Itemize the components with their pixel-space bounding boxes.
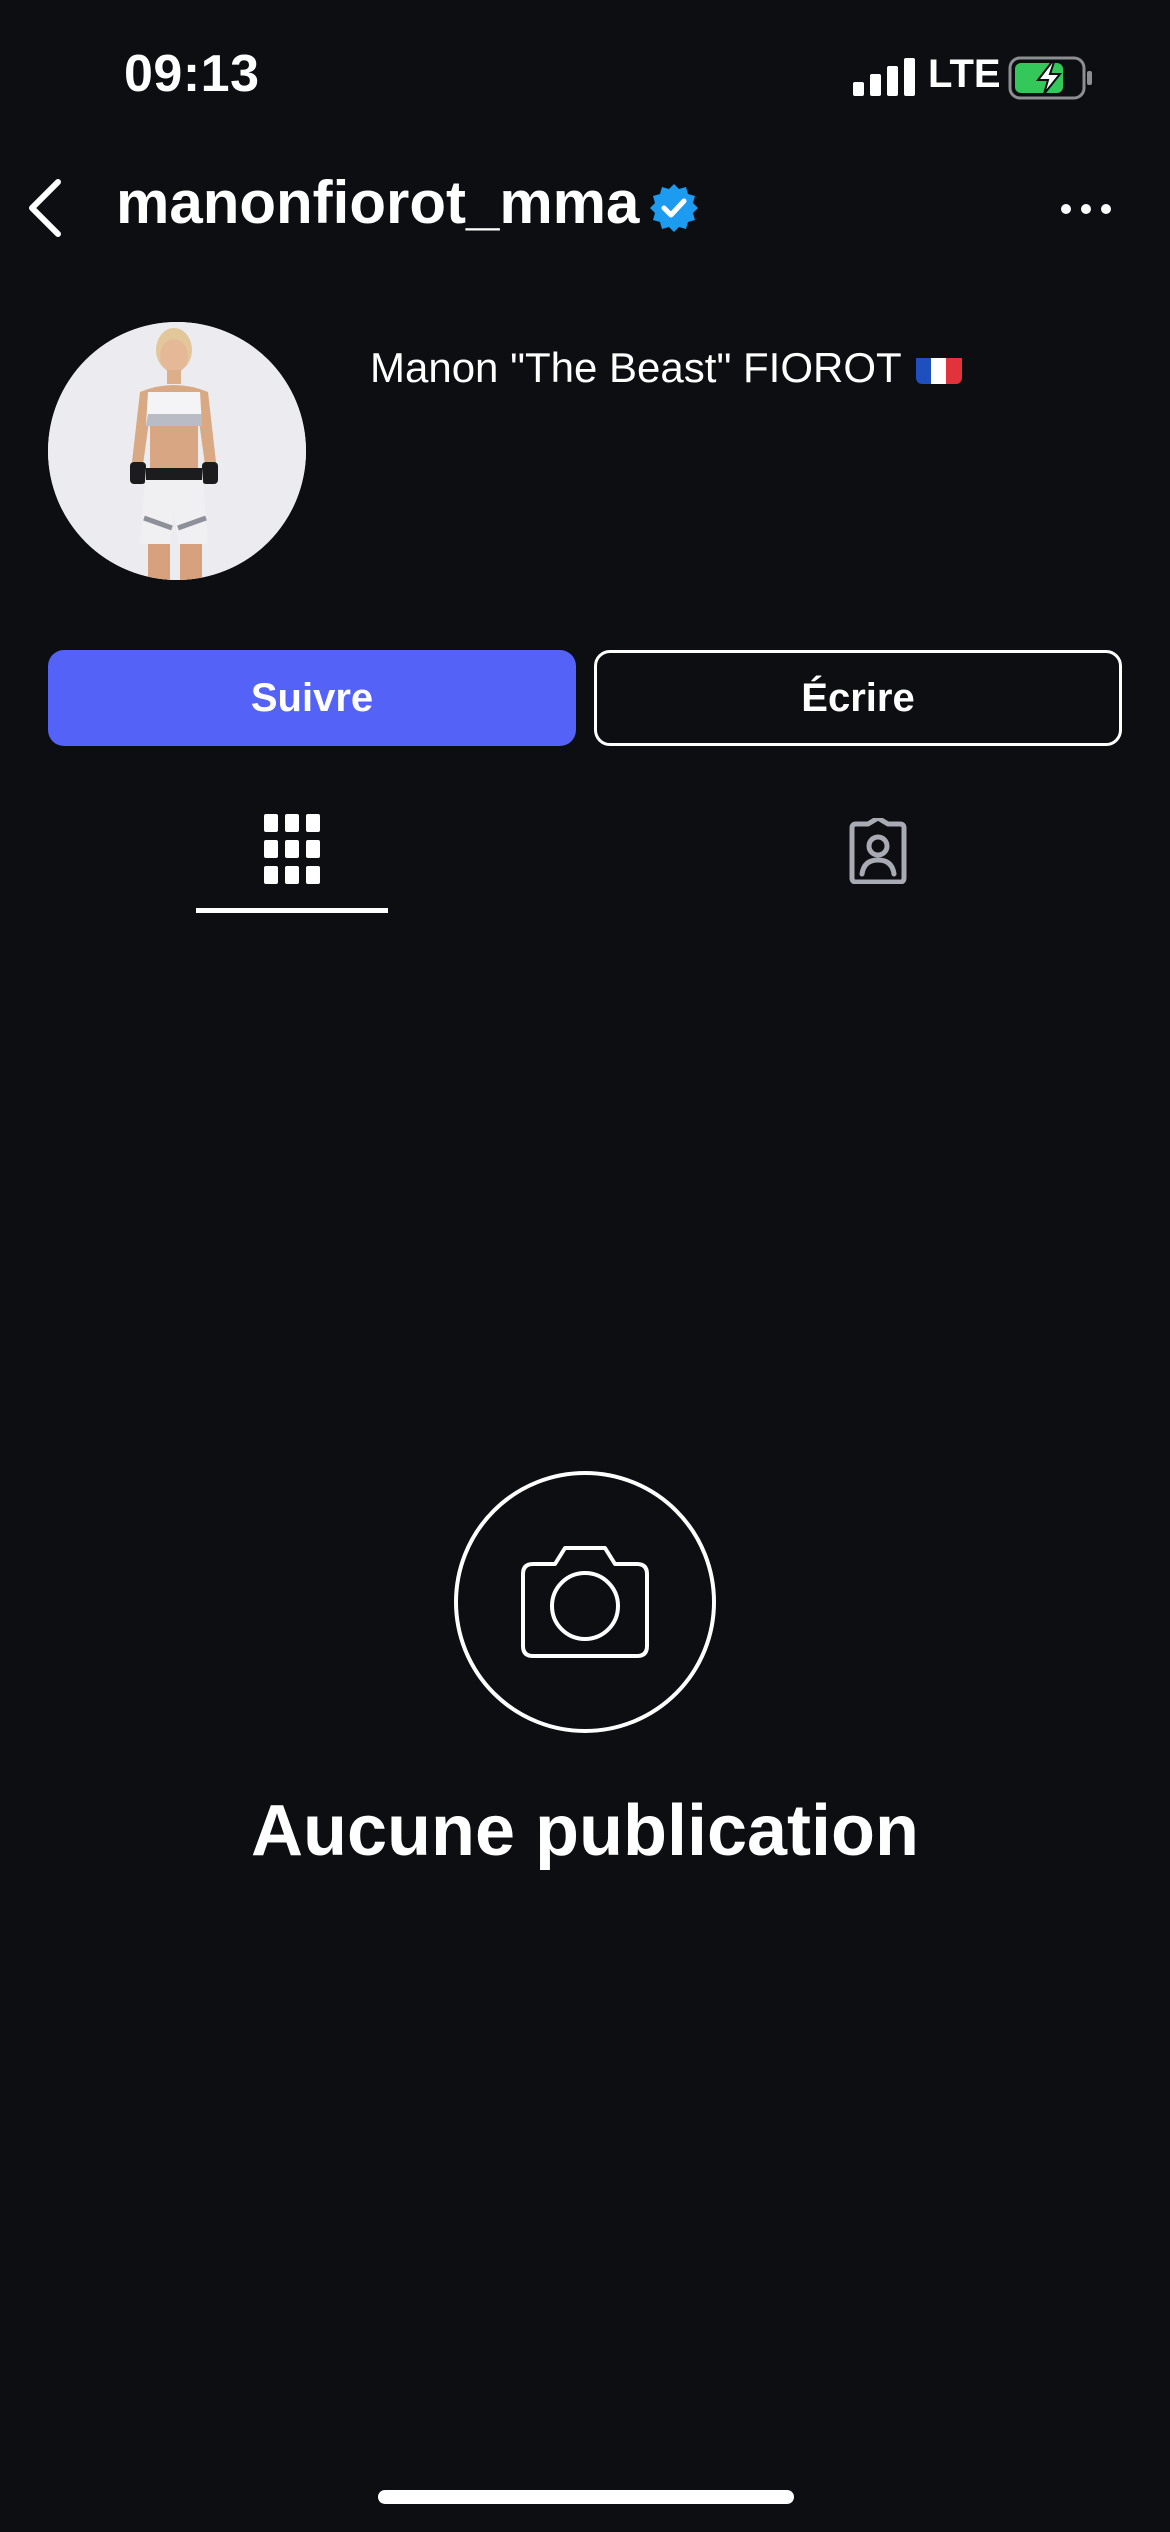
- signal-strength-icon: [853, 58, 915, 96]
- france-flag-icon: [915, 352, 962, 384]
- network-type: LTE: [928, 52, 1001, 96]
- empty-state-message: Aucune publication: [250, 1791, 919, 1871]
- profile-username: manonfiorot_mma: [116, 169, 640, 236]
- active-tab-indicator: [196, 908, 388, 913]
- profile-display-name: Manon "The Beast" FIOROT: [370, 344, 962, 392]
- battery-charging-icon: [1008, 56, 1092, 100]
- tagged-person-icon[interactable]: [844, 818, 912, 884]
- fighter-portrait-image: [48, 322, 306, 580]
- home-indicator[interactable]: [378, 2490, 794, 2504]
- verified-badge-icon: [650, 184, 698, 232]
- back-chevron-icon[interactable]: [24, 176, 68, 240]
- status-time: 09:13: [124, 45, 260, 103]
- message-button[interactable]: Écrire: [594, 650, 1122, 746]
- profile-avatar[interactable]: [48, 322, 306, 580]
- more-options-icon[interactable]: [1060, 200, 1112, 218]
- follow-button[interactable]: Suivre: [48, 650, 576, 746]
- display-name-text: Manon "The Beast" FIOROT: [370, 344, 902, 391]
- camera-icon: [454, 1471, 716, 1733]
- grid-icon[interactable]: [264, 814, 320, 884]
